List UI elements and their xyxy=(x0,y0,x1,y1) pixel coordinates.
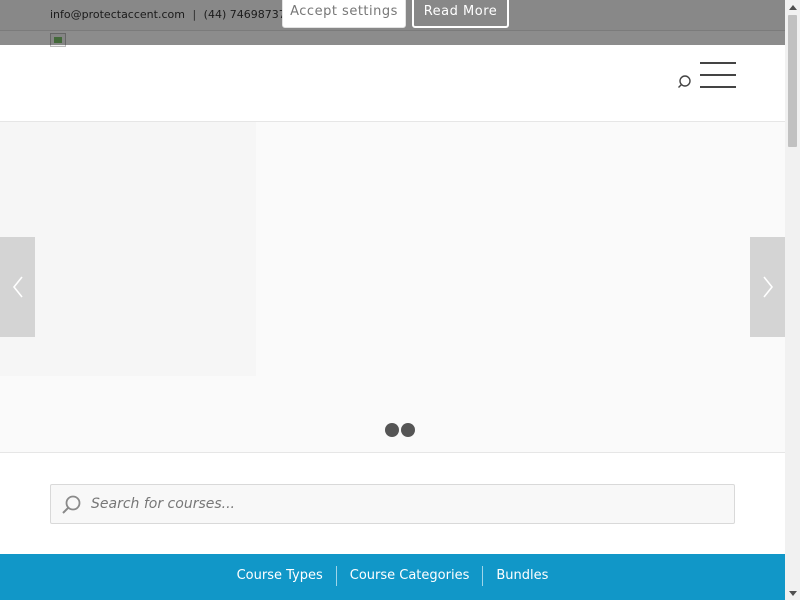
slider-next-button[interactable] xyxy=(750,237,785,337)
slider-pagination xyxy=(385,423,415,437)
scroll-down-arrow-icon[interactable] xyxy=(785,586,800,600)
slide-image xyxy=(0,122,256,376)
hamburger-menu-icon[interactable] xyxy=(700,62,736,90)
accept-settings-button[interactable]: Accept settings xyxy=(282,0,406,28)
course-nav-list: Course Types Course Categories Bundles xyxy=(0,554,785,600)
slider-dot-1[interactable] xyxy=(385,423,399,437)
page: info@protectaccent.com | (44) 7469873735… xyxy=(0,0,785,600)
scroll-up-arrow-icon[interactable] xyxy=(785,0,800,14)
slider-prev-button[interactable] xyxy=(0,237,35,337)
menu-bar-top xyxy=(700,62,736,64)
chevron-right-icon xyxy=(762,276,773,298)
vertical-scrollbar[interactable] xyxy=(785,0,800,600)
nav-item-course-categories[interactable]: Course Categories xyxy=(335,566,483,586)
chevron-left-icon xyxy=(12,276,23,298)
cookie-overlay: Accept settings Read More xyxy=(0,0,785,45)
search-icon[interactable] xyxy=(676,72,696,92)
triangle-up-icon xyxy=(788,4,797,10)
course-search-input[interactable] xyxy=(91,485,711,523)
triangle-down-icon xyxy=(788,590,797,596)
course-search-box xyxy=(50,484,735,524)
search-icon xyxy=(62,495,81,514)
menu-bar-bottom xyxy=(700,86,736,88)
nav-item-bundles[interactable]: Bundles xyxy=(482,566,561,586)
scrollbar-thumb[interactable] xyxy=(788,15,797,147)
read-more-button[interactable]: Read More xyxy=(412,0,509,28)
course-nav-bar: Course Types Course Categories Bundles xyxy=(0,554,785,600)
slider-dot-2[interactable] xyxy=(401,423,415,437)
menu-bar-middle xyxy=(700,74,736,76)
nav-item-course-types[interactable]: Course Types xyxy=(224,566,336,586)
hero-slider xyxy=(0,122,785,453)
search-icon-graphic xyxy=(678,75,691,88)
